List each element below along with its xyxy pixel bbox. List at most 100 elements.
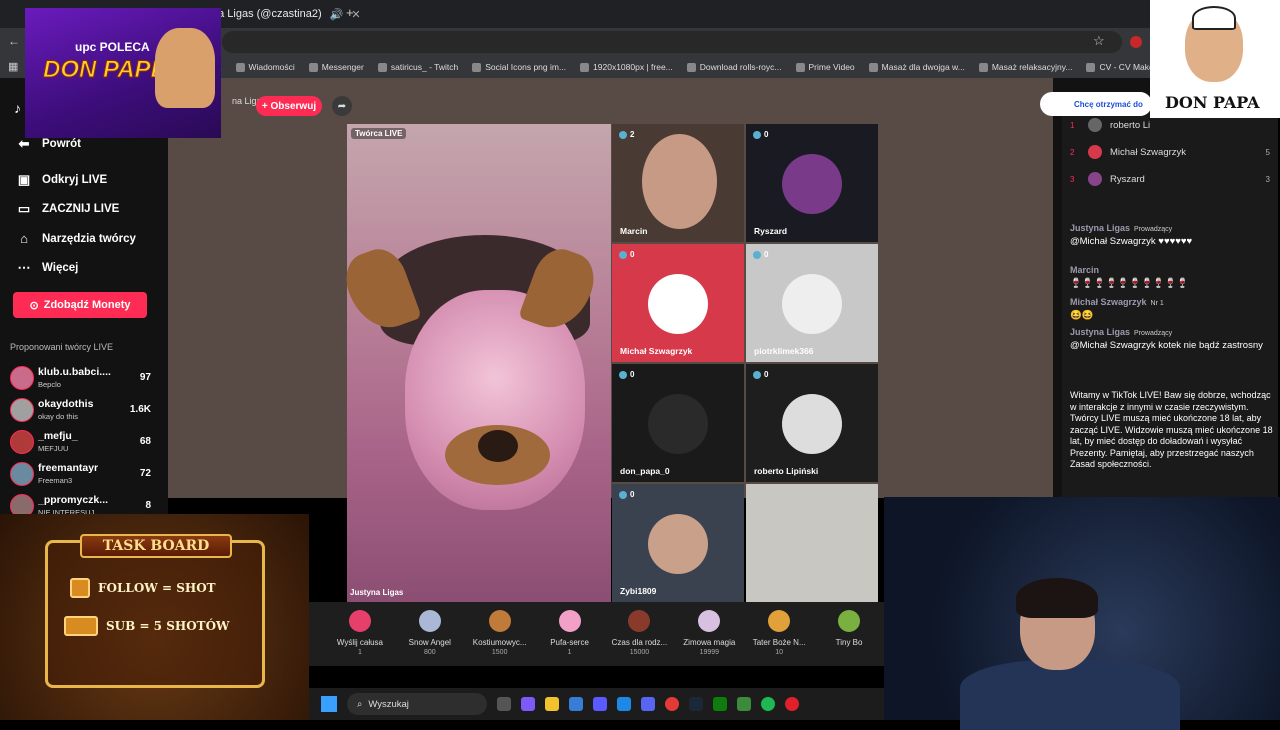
count-value: 0 — [630, 490, 635, 499]
suggested-creator[interactable]: klub.u.babci.... Bepclo 97 — [10, 364, 155, 394]
bookmark-item[interactable]: 1920x1080px | free... — [580, 62, 673, 72]
guest-name: roberto Lipiński — [754, 466, 819, 476]
spotify-icon[interactable] — [761, 697, 775, 711]
guest-tile[interactable]: 0 Zybi1809 — [612, 484, 744, 602]
ranking-row[interactable]: 2 Michał Szwagrzyk 5 — [1070, 145, 1270, 159]
bookmark-favicon-icon — [868, 62, 878, 72]
upc-line2: DON PAPE — [43, 56, 168, 83]
guest-tile[interactable]: 0 Michał Szwagrzyk — [612, 244, 744, 362]
suggested-creator[interactable]: _mefju_ MEFJUU 68 — [10, 428, 155, 458]
store-icon[interactable] — [569, 697, 583, 711]
copilot-icon[interactable] — [521, 697, 535, 711]
gift-bar: Wyślij całusa 1 Snow Angel 800 Kostiumow… — [309, 602, 884, 666]
address-bar[interactable] — [222, 31, 1122, 53]
guest-name: Zybi1809 — [620, 586, 657, 596]
bookmark-item[interactable]: Wiadomości — [235, 62, 295, 72]
bookmark-star-icon[interactable]: ☆ — [1093, 33, 1105, 49]
share-icon[interactable]: ➦ — [332, 96, 352, 116]
bookmark-favicon-icon — [1086, 62, 1096, 72]
bookmark-label: Masaż dla dwojga w... — [881, 62, 965, 72]
chat-user[interactable]: Michał Szwagrzyk — [1070, 297, 1147, 307]
chat-message: Justyna Ligas Prowadzący @Michał Szwagrzy… — [1070, 222, 1276, 248]
webcam-person-hair — [1016, 578, 1098, 618]
bookmark-item[interactable]: Messenger — [308, 62, 364, 72]
guest-tile[interactable]: 0 don_papa_0 — [612, 364, 744, 482]
task-line-follow: FOLLOW = SHOT — [70, 578, 216, 598]
chat-user[interactable]: Justyna Ligas — [1070, 327, 1130, 337]
guest-count: 0 — [753, 370, 768, 379]
chat-message: Michał Szwagrzyk Nr 1 😆😆 — [1070, 296, 1276, 322]
gift-item[interactable]: Pufa-serce 1 — [535, 602, 605, 666]
chat-user[interactable]: Justyna Ligas — [1070, 223, 1130, 233]
gift-item[interactable]: Czas dla rodz... 15000 — [605, 602, 675, 666]
back-arrow-icon[interactable]: ← — [8, 34, 20, 48]
guest-tile[interactable]: 0 roberto Lipiński — [746, 364, 878, 482]
gift-item[interactable]: Kostiumowyc... 1500 — [465, 602, 535, 666]
follow-button[interactable]: + Obserwuj — [256, 96, 322, 116]
guest-tile[interactable] — [746, 484, 878, 602]
nav-creator-tools[interactable]: ⌂ Narzędzia twórcy — [16, 231, 136, 246]
bookmark-favicon-icon — [472, 62, 482, 72]
request-button[interactable]: Chcę otrzymać do — [1040, 92, 1152, 116]
viewer-count: 8 — [145, 500, 151, 511]
bookmark-item[interactable]: CV - CV Maker — [1086, 62, 1157, 72]
app-l-icon[interactable] — [617, 697, 631, 711]
mute-icon[interactable]: 🔊 — [330, 8, 344, 21]
gift-name: Tiny Bo — [835, 638, 863, 647]
bookmark-item[interactable]: Masaż dla dwojga w... — [868, 62, 965, 72]
guest-tile[interactable]: 0 piotrklimek366 — [746, 244, 878, 362]
task-view-icon[interactable] — [497, 697, 511, 711]
gift-price: 15000 — [629, 649, 650, 656]
new-tab-button[interactable]: + — [346, 5, 354, 20]
gift-item[interactable]: Zimowa magia 19999 — [674, 602, 744, 666]
guest-tile[interactable]: 2 Marcin — [612, 124, 744, 242]
get-coins-button[interactable]: ⊙ Zdobądź Monety — [13, 292, 147, 318]
discord-icon[interactable] — [641, 697, 655, 711]
nav-more[interactable]: ⋯ Więcej — [16, 260, 79, 276]
minecraft-icon[interactable] — [737, 697, 751, 711]
gift-item[interactable]: Wyślij całusa 1 — [325, 602, 395, 666]
chat-user[interactable]: Marcin — [1070, 265, 1099, 275]
apps-grid-icon[interactable]: ▦ — [8, 60, 18, 73]
back-button[interactable]: ⬅ Powrót — [16, 136, 81, 152]
gift-item[interactable]: Snow Angel 800 — [395, 602, 465, 666]
app-icon[interactable] — [593, 697, 607, 711]
ranking-row[interactable]: 3 Ryszard 3 — [1070, 172, 1270, 186]
count-value: 0 — [764, 370, 769, 379]
guest-tile[interactable]: 0 Ryszard — [746, 124, 878, 242]
bookmark-item[interactable]: Prime Video — [795, 62, 855, 72]
don-papa-text: DON PAPA — [1165, 93, 1260, 112]
creator-name: klub.u.babci.... — [38, 366, 111, 378]
ranking-row[interactable]: 1 roberto Li — [1070, 118, 1270, 132]
suggested-title: Proponowani twórcy LIVE — [10, 342, 114, 352]
suggested-creator[interactable]: freemantayr Freeman3 72 — [10, 460, 155, 490]
chrome-icon[interactable] — [665, 697, 679, 711]
bookmark-item[interactable]: Masaż relaksacyjny... — [978, 62, 1072, 72]
bookmark-label: Download rolls-royc... — [699, 62, 782, 72]
steam-icon[interactable] — [689, 697, 703, 711]
windows-start-icon[interactable] — [321, 696, 337, 712]
extension-badge[interactable] — [1130, 36, 1142, 48]
taskbar-search[interactable]: ⌕ Wyszukaj — [347, 693, 487, 715]
nav-discover-live[interactable]: ▣ Odkryj LIVE — [16, 172, 107, 188]
guest-count: 0 — [753, 130, 768, 139]
bookmark-item[interactable]: Social Icons png im... — [472, 62, 566, 72]
chat-text: 😆😆 — [1070, 310, 1094, 321]
tiktok-logo-icon[interactable]: ♪ — [14, 100, 21, 116]
gift-name: Czas dla rodz... — [611, 638, 668, 647]
gift-item[interactable]: Tater Boże N... 10 — [744, 602, 814, 666]
guest-name: Michał Szwagrzyk — [620, 346, 693, 356]
bookmark-item[interactable]: Download rolls-royc... — [686, 62, 782, 72]
opera-icon[interactable] — [785, 697, 799, 711]
file-explorer-icon[interactable] — [545, 697, 559, 711]
bookmark-item[interactable]: satiricus_ - Twitch — [377, 62, 458, 72]
gift-item[interactable]: Tiny Bo — [814, 602, 884, 666]
chat-text: @Michał Szwagrzyk kotek nie bądź zastros… — [1070, 340, 1263, 351]
rank-number: 3 — [1070, 174, 1075, 184]
suggested-creator[interactable]: okaydothis okay do this 1.6K — [10, 396, 155, 426]
guest-avatar — [648, 394, 708, 454]
upc-overlay: upc POLECA DON PAPE — [25, 8, 221, 138]
lightbulb-icon: ⌂ — [20, 231, 28, 246]
nav-start-live[interactable]: ▭ ZACZNIJ LIVE — [16, 201, 119, 217]
xbox-icon[interactable] — [713, 697, 727, 711]
